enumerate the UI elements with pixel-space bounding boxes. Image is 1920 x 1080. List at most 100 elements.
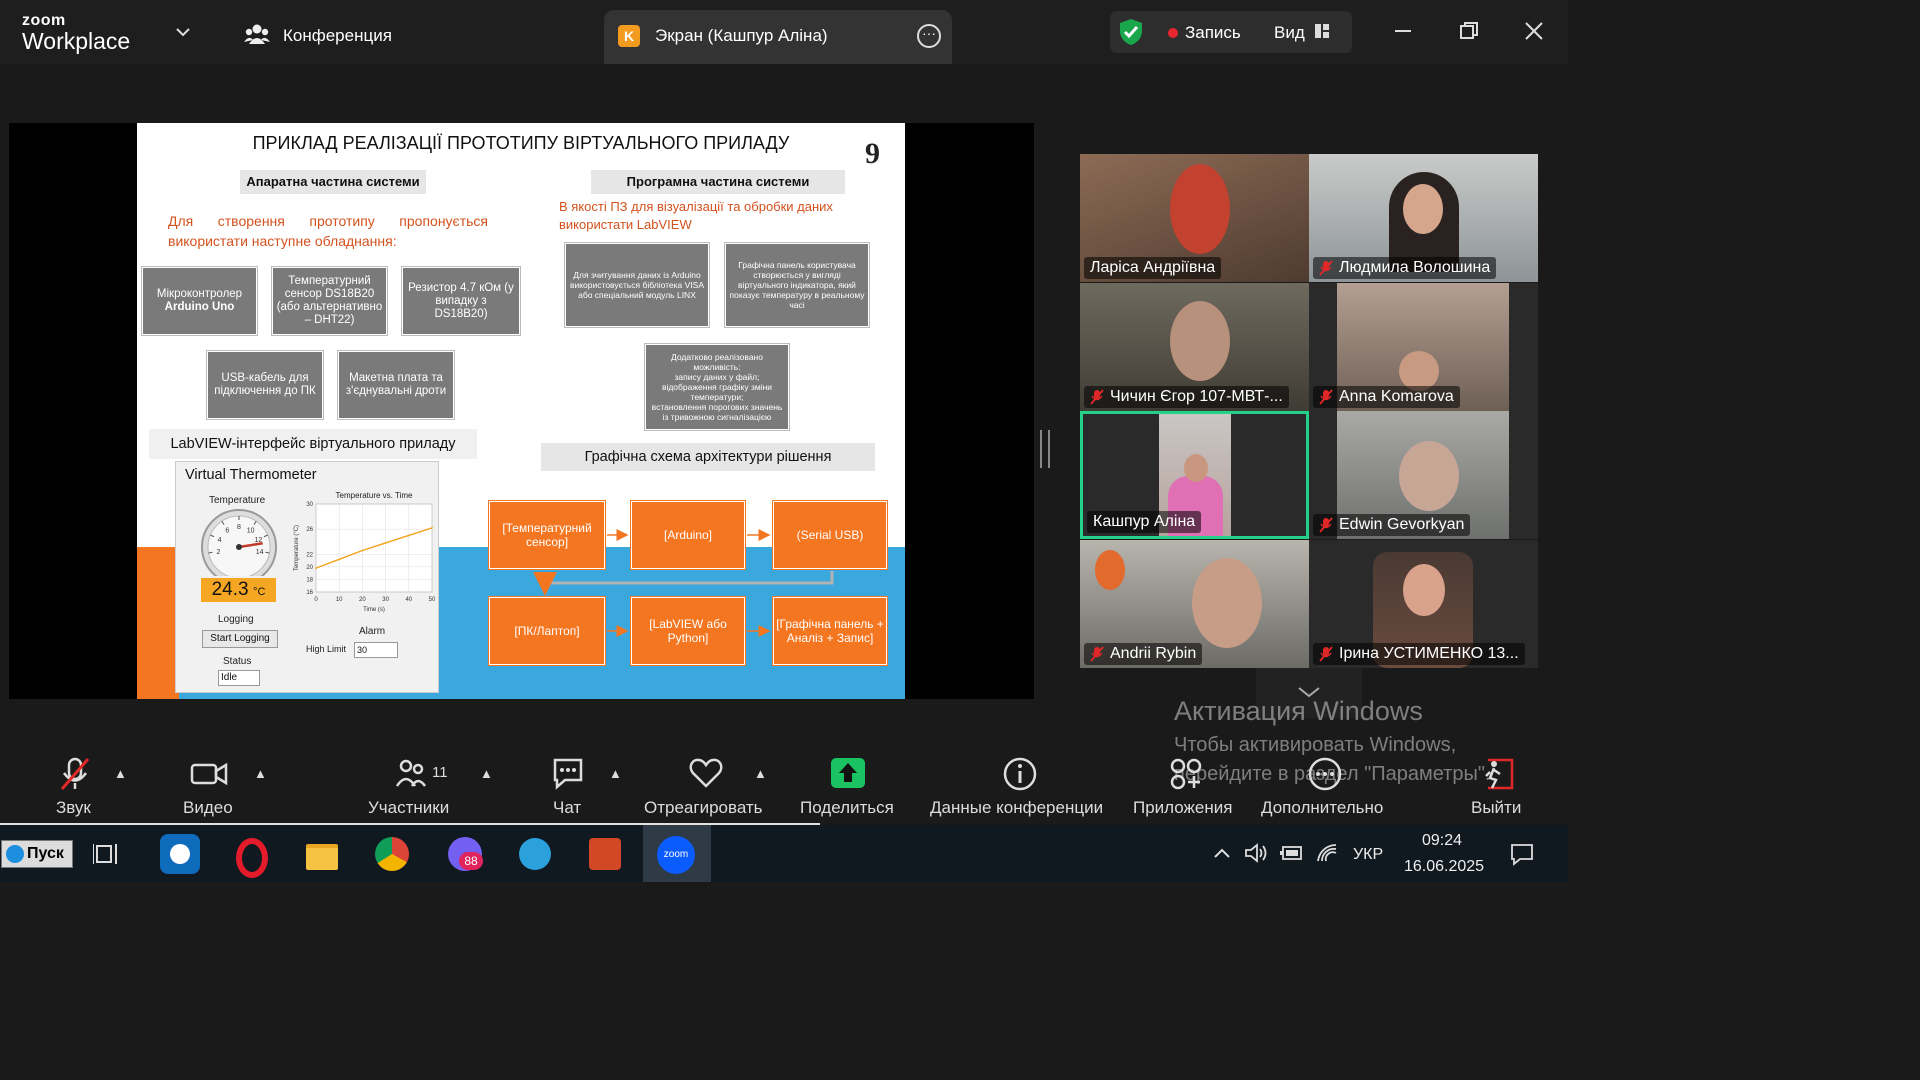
temperature-chart: 16 18 20 22 26 30 0 10 20 30 40 50 Temperature vs. T… bbox=[294, 491, 436, 613]
chart-data-point bbox=[361, 549, 364, 552]
x-tick-label: 40 bbox=[405, 597, 412, 603]
participant-tile[interactable]: Andrii Rybin bbox=[1080, 540, 1309, 668]
restore-icon[interactable] bbox=[1458, 20, 1480, 42]
workplace-logo-text: Workplace bbox=[22, 28, 131, 54]
people-icon[interactable] bbox=[244, 22, 270, 46]
participant-tile[interactable]: Людмила Волошина bbox=[1309, 154, 1538, 282]
x-tick-label: 0 bbox=[314, 597, 318, 603]
slide-orange-band bbox=[137, 547, 179, 699]
video-camera-icon[interactable] bbox=[190, 756, 228, 792]
volume-icon[interactable] bbox=[1244, 842, 1268, 864]
shield-check-icon[interactable] bbox=[1118, 18, 1144, 46]
y-axis-label: Temperature (°C) bbox=[294, 525, 300, 571]
chat-icon[interactable] bbox=[551, 756, 585, 790]
react-button-label[interactable]: Отреагировать bbox=[644, 798, 763, 818]
participant-face bbox=[1403, 564, 1445, 616]
muted-mic-icon bbox=[1319, 517, 1333, 533]
chrome-icon[interactable] bbox=[372, 834, 412, 874]
presentation-slide: ПРИКЛАД РЕАЛІЗАЦІЇ ПРОТОТИПУ ВІРТУАЛЬНОГ… bbox=[137, 123, 905, 699]
minimize-icon[interactable] bbox=[1392, 20, 1414, 42]
conference-tab-label[interactable]: Конференция bbox=[283, 26, 392, 46]
hw-box-resistor: Резистор 4.7 кОм (у випадку з DS18B20) bbox=[402, 267, 520, 335]
hw-box-breadboard: Макетна плата та з'єднувальні дроти bbox=[338, 351, 454, 419]
sw-box-visa: Для зчитування даних із Arduino використ… bbox=[565, 243, 709, 327]
slide-title: ПРИКЛАД РЕАЛІЗАЦІЇ ПРОТОТИПУ ВІРТУАЛЬНОГ… bbox=[252, 133, 790, 153]
slide-page-number: 9 bbox=[865, 137, 880, 170]
hw-box-usb: USB-кабель для підключення до ПК bbox=[207, 351, 323, 419]
info-icon[interactable] bbox=[1002, 756, 1038, 792]
vt-high-limit-input[interactable]: 30 bbox=[354, 642, 398, 658]
screen-tab-label[interactable]: Экран (Кашпур Аліна) bbox=[655, 26, 828, 46]
more-button-label[interactable]: Дополнительно bbox=[1261, 798, 1383, 818]
heart-icon[interactable] bbox=[688, 756, 724, 790]
video-options-caret[interactable]: ▲ bbox=[254, 766, 267, 781]
participant-name: Edwin Gevorkyan bbox=[1313, 514, 1471, 536]
more-options-icon[interactable] bbox=[1307, 756, 1343, 792]
active-speaker-tile[interactable]: Кашпур Аліна bbox=[1080, 411, 1309, 539]
chevron-up-icon[interactable] bbox=[1213, 846, 1231, 860]
notifications-icon[interactable] bbox=[1510, 842, 1534, 866]
chat-button-label[interactable]: Чат bbox=[553, 798, 581, 818]
file-explorer-icon[interactable] bbox=[302, 834, 342, 874]
input-language[interactable]: УКР bbox=[1353, 846, 1383, 864]
participant-face bbox=[1403, 184, 1443, 234]
apps-button-label[interactable]: Приложения bbox=[1133, 798, 1232, 818]
hardware-text-line2: використати наступне обладнання: bbox=[168, 233, 397, 249]
clock-date[interactable]: 16.06.2025 bbox=[1404, 858, 1484, 876]
participants-icon[interactable] bbox=[396, 756, 426, 790]
participant-name: Людмила Волошина bbox=[1313, 257, 1497, 279]
leave-door-icon[interactable] bbox=[1480, 756, 1516, 792]
participant-tile[interactable]: Anna Komarova bbox=[1309, 283, 1538, 411]
powerpoint-icon[interactable] bbox=[585, 834, 625, 874]
opera-icon[interactable] bbox=[230, 834, 270, 878]
more-options-icon[interactable]: ··· bbox=[917, 24, 941, 48]
leave-button-label[interactable]: Выйти bbox=[1471, 798, 1521, 818]
close-icon[interactable] bbox=[1523, 20, 1545, 42]
arch-header: Графічна схема архітектури рішення bbox=[541, 443, 875, 471]
participant-tile[interactable]: Edwin Gevorkyan bbox=[1309, 411, 1538, 539]
chart-data-point bbox=[407, 534, 410, 537]
share-button-label[interactable]: Поделиться bbox=[800, 798, 894, 818]
arch-arrows bbox=[533, 529, 834, 637]
participants-button-label[interactable]: Участники bbox=[368, 798, 449, 818]
chart-plot-area bbox=[315, 503, 433, 593]
record-label[interactable]: Запись bbox=[1185, 23, 1241, 43]
participant-tile[interactable]: Чичин Єгор 107-МВТ-... bbox=[1080, 283, 1309, 411]
apps-icon[interactable] bbox=[1168, 756, 1204, 792]
start-logging-button[interactable]: Start Logging bbox=[202, 630, 278, 648]
meeting-info-button-label[interactable]: Данные конференции bbox=[930, 798, 1103, 818]
participant-tile[interactable]: Ірина УСТИМЕНКО 13... bbox=[1309, 540, 1538, 668]
participant-silhouette bbox=[1170, 164, 1230, 254]
chat-options-caret[interactable]: ▲ bbox=[609, 766, 622, 781]
software-header: Програмна частина системи bbox=[591, 170, 845, 194]
video-button-label[interactable]: Видео bbox=[183, 798, 233, 818]
panel-splitter-handle[interactable] bbox=[1040, 430, 1050, 468]
chart-data-point bbox=[384, 542, 387, 544]
activation-watermark-title: Активация Windows bbox=[1174, 696, 1423, 726]
gauge-tick-label: 10 bbox=[247, 528, 255, 535]
record-dot-icon bbox=[1168, 28, 1178, 38]
outlook-icon[interactable] bbox=[160, 834, 200, 874]
audio-button-label[interactable]: Звук bbox=[56, 798, 91, 818]
view-grid-icon[interactable] bbox=[1314, 23, 1330, 39]
start-button[interactable]: Пуск bbox=[1, 840, 73, 868]
muted-mic-icon bbox=[1090, 646, 1104, 662]
x-axis-label: Time (s) bbox=[363, 607, 385, 613]
participants-options-caret[interactable]: ▲ bbox=[480, 766, 493, 781]
react-options-caret[interactable]: ▲ bbox=[754, 766, 767, 781]
vt-status-value: Idle bbox=[218, 670, 260, 686]
x-tick-label: 10 bbox=[336, 597, 343, 603]
view-label[interactable]: Вид bbox=[1274, 23, 1305, 43]
audio-options-caret[interactable]: ▲ bbox=[114, 766, 127, 781]
wifi-icon[interactable] bbox=[1316, 843, 1338, 863]
gauge-tick-label: 8 bbox=[237, 524, 241, 531]
battery-icon[interactable] bbox=[1279, 844, 1305, 862]
y-tick-label: 20 bbox=[306, 565, 313, 571]
muted-mic-icon[interactable] bbox=[57, 756, 93, 792]
chevron-down-icon[interactable] bbox=[173, 22, 193, 42]
share-screen-icon[interactable] bbox=[831, 758, 865, 788]
participant-tile[interactable]: Ларіса Андріївна bbox=[1080, 154, 1309, 282]
telegram-icon[interactable] bbox=[515, 834, 555, 874]
clock-time[interactable]: 09:24 bbox=[1422, 832, 1462, 850]
task-view-icon[interactable] bbox=[93, 842, 121, 866]
